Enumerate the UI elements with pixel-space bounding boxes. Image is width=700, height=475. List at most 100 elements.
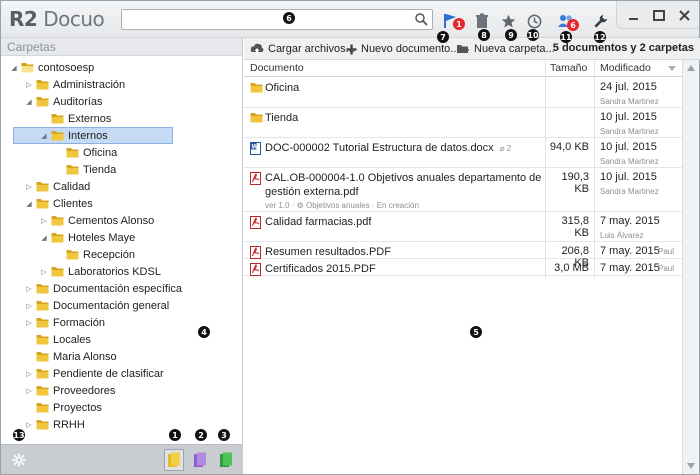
table-scrollbar[interactable] [682, 60, 699, 474]
expanded-arrow-icon[interactable]: ◢ [9, 64, 19, 72]
tree-item-maria-alonso[interactable]: Maria Alonso [24, 348, 117, 365]
tree-item-rrhh[interactable]: ▷ RRHH [24, 416, 85, 433]
modified-by-user: Paul [658, 264, 675, 273]
modified-date: 7 may. 2015 [600, 245, 660, 257]
tree-item-oficina[interactable]: Oficina [54, 144, 117, 161]
app-window: R2 Docuo 1 6 Carpetas ◢ contosoesp ▷ Adm… [0, 0, 700, 475]
tree-item-label: Cementos Alonso [68, 214, 155, 227]
table-row[interactable]: Calidad farmacias.pdf 315,8 KB 7 may. 2015… [244, 212, 682, 242]
document-name-link[interactable]: Calidad farmacias.pdf [265, 215, 543, 229]
modified-by-user: Luis Álvarez [600, 231, 644, 240]
maximize-icon[interactable] [649, 6, 669, 24]
word-document-icon: W [250, 142, 261, 155]
expanded-arrow-icon[interactable]: ◢ [39, 132, 49, 140]
collapsed-arrow-icon[interactable]: ▷ [24, 81, 34, 89]
table-row[interactable]: Resumen resultados.PDF 206,8 KB 7 may. 201… [244, 242, 682, 269]
tree-item-laboratorios-kdsl[interactable]: ▷ Laboratorios KDSL [39, 263, 161, 280]
tree-item-internos[interactable]: ◢ Internos [13, 127, 173, 144]
table-row[interactable]: W DOC-000002 Tutorial Estructura de datos… [244, 138, 682, 168]
tree-item-documentacion-general[interactable]: ▷ Documentación general [24, 297, 169, 314]
table-row[interactable]: CAL.OB-000004-1.0 Objetivos anuales depa… [244, 168, 682, 212]
table-row[interactable]: Certificados 2015.PDF 3,0 MB 7 may. 2015 Pa… [244, 259, 682, 276]
tree-item-proyectos[interactable]: Proyectos [24, 399, 102, 416]
tree-item-cementos-alonso[interactable]: ▷ Cementos Alonso [39, 212, 154, 229]
users-icon[interactable]: 6 [557, 12, 579, 31]
app-logo: R2 Docuo [9, 7, 105, 31]
tree-item-locales[interactable]: Locales [24, 331, 91, 348]
folder-icon [36, 385, 49, 396]
tree-item-recepcion[interactable]: Recepción [54, 246, 135, 263]
tree-item-proveedores[interactable]: ▷ Proveedores [24, 382, 115, 399]
sort-chevron-down-icon[interactable] [668, 66, 676, 71]
collapsed-arrow-icon[interactable]: ▷ [24, 319, 34, 327]
collapsed-arrow-icon[interactable]: ▷ [24, 387, 34, 395]
tree-item-contosoesp[interactable]: ◢ contosoesp [9, 59, 94, 76]
search-box[interactable] [121, 9, 433, 30]
search-input[interactable] [122, 10, 402, 29]
scroll-up-icon[interactable] [687, 65, 695, 71]
close-icon[interactable] [674, 6, 694, 24]
collapsed-arrow-icon[interactable]: ▷ [24, 285, 34, 293]
tree-item-administracion[interactable]: ▷ Administración [24, 76, 125, 93]
tree-item-label: Externos [68, 112, 112, 125]
upload-files-button[interactable]: Cargar archivos... [250, 41, 355, 57]
document-name-link[interactable]: DOC-000002 Tutorial Estructura de datos.… [265, 141, 543, 156]
document-name: CAL.OB-000004-1.0 Objetivos anuales depa… [265, 172, 542, 198]
collapsed-arrow-icon[interactable]: ▷ [24, 370, 34, 378]
scroll-down-icon[interactable] [687, 463, 695, 469]
column-header-size[interactable]: Tamaño [550, 62, 587, 74]
callout-6: 6 [283, 12, 295, 24]
workflow-gear-icon: ⚙ [296, 201, 304, 210]
flag-icon[interactable]: 1 [441, 12, 465, 30]
green-folders-view-button[interactable] [216, 449, 236, 471]
new-document-button[interactable]: Nuevo documento... [346, 41, 459, 57]
tree-item-label: Hoteles Maye [68, 231, 136, 244]
collapsed-arrow-icon[interactable]: ▷ [24, 183, 34, 191]
tree-item-pendiente-de-clasificar[interactable]: ▷ Pendiente de clasificar [24, 365, 163, 382]
purple-folders-view-button[interactable] [190, 449, 210, 471]
document-name-link[interactable]: Oficina [265, 81, 543, 95]
document-size: 315,8 KB [561, 215, 589, 239]
minimize-icon[interactable] [623, 6, 643, 24]
star-icon[interactable] [499, 12, 517, 30]
expanded-arrow-icon[interactable]: ◢ [39, 234, 49, 242]
tree-item-tienda[interactable]: Tienda [54, 161, 116, 178]
modified-date: 10 jul. 2015 [600, 171, 657, 183]
tree-item-calidad[interactable]: ▷ Calidad [24, 178, 90, 195]
expanded-arrow-icon[interactable]: ◢ [24, 98, 34, 106]
users-badge: 6 [567, 19, 579, 31]
tree-item-label: Oficina [83, 146, 118, 159]
tree-item-documentacion-especifica[interactable]: ▷ Documentación específica [24, 280, 182, 297]
document-name-link[interactable]: Certificados 2015.PDF [265, 262, 543, 276]
attachment-count[interactable]: ⌀ 2 [500, 144, 512, 153]
collapsed-arrow-icon[interactable]: ▷ [39, 217, 49, 225]
trash-icon[interactable] [473, 12, 491, 30]
table-row[interactable]: Oficina 24 jul. 2015 Sandra Martinez [244, 78, 682, 108]
tree-item-externos[interactable]: Externos [39, 110, 111, 127]
settings-gear-icon[interactable] [9, 449, 29, 471]
column-header-document[interactable]: Documento [250, 62, 304, 74]
collapsed-arrow-icon[interactable]: ▷ [24, 421, 34, 429]
expanded-arrow-icon[interactable]: ◢ [24, 200, 34, 208]
tree-item-label: Laboratorios KDSL [68, 265, 161, 278]
collapsed-arrow-icon[interactable]: ▷ [24, 302, 34, 310]
table-row[interactable]: Tienda 10 jul. 2015 Sandra Martinez [244, 108, 682, 138]
collapsed-arrow-icon[interactable]: ▷ [39, 268, 49, 276]
folder-icon [51, 215, 64, 226]
attachment-number: 2 [506, 144, 512, 153]
document-name-link[interactable]: Resumen resultados.PDF [265, 245, 543, 259]
document-name-link[interactable]: Tienda [265, 111, 543, 125]
yellow-folders-view-button[interactable] [164, 449, 184, 471]
tree-item-formacion[interactable]: ▷ Formación [24, 314, 105, 331]
folder-icon [36, 96, 49, 107]
tree-item-label: RRHH [53, 418, 85, 431]
clock-icon[interactable] [525, 12, 543, 30]
column-header-modified[interactable]: Modificado [600, 62, 651, 74]
new-folder-button[interactable]: Nueva carpeta... [456, 41, 555, 57]
document-name-link[interactable]: CAL.OB-000004-1.0 Objetivos anuales depa… [265, 171, 543, 199]
tree-item-hoteles-maye[interactable]: ◢ Hoteles Maye [39, 229, 135, 246]
wrench-icon[interactable] [591, 12, 609, 30]
tree-item-auditorias[interactable]: ◢ Auditorías [24, 93, 102, 110]
tree-item-clientes[interactable]: ◢ Clientes [24, 195, 92, 212]
search-icon[interactable] [414, 12, 428, 26]
